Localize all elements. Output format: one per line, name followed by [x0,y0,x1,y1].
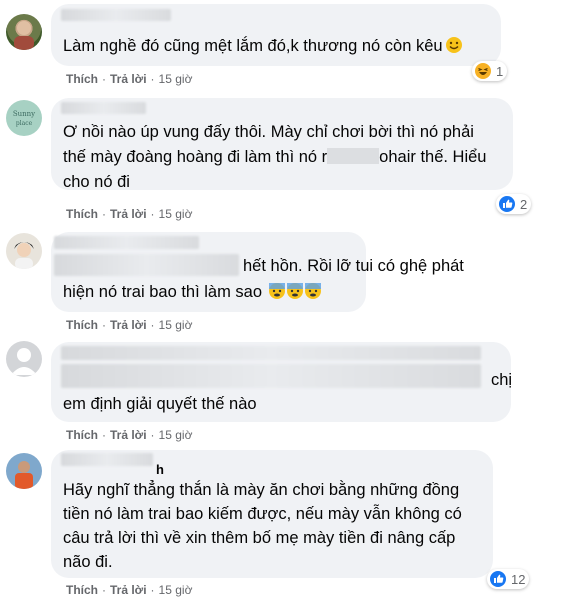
avatar-image-icon [14,21,34,50]
blurred-text [54,254,239,276]
avatar-image-icon: Sunny place [13,110,35,127]
reaction-summary[interactable]: 1 [472,61,508,81]
like-reaction-icon [498,195,516,213]
avatar-image-icon [14,242,34,269]
comment-actions: Thích · Trả lời · 15 giờ [66,318,193,332]
reply-link[interactable]: Trả lời [110,207,147,221]
reply-link[interactable]: Trả lời [110,72,147,86]
reaction-summary[interactable]: 2 [496,194,532,214]
avatar-image-icon [15,461,33,489]
blurred-word [327,148,380,164]
like-link[interactable]: Thích [66,428,98,442]
avatar[interactable] [6,14,42,50]
reply-link[interactable]: Trả lời [110,583,147,597]
like-link[interactable]: Thích [66,207,98,221]
haha-reaction-icon [474,62,492,80]
comment-text-line: câu trả lời thì về xin thêm bố mẹ mày ti… [63,529,456,547]
comment-text-line: chị [491,371,513,389]
timestamp[interactable]: 15 giờ [159,428,193,442]
blurred-username [61,346,481,360]
blurred-username [54,236,199,249]
avatar[interactable] [6,453,42,489]
comment-bubble: Ơ nồi nào úp vung đấy thôi. Mày chỉ chơi… [51,98,513,191]
timestamp[interactable]: 15 giờ [159,318,193,332]
timestamp[interactable]: 15 giờ [159,72,193,86]
comment-text-line: tiền nó làm trai bao kiếm được, nếu mày … [63,505,462,523]
reply-link[interactable]: Trả lời [110,428,147,442]
blurred-username [61,102,146,114]
comment-actions: Thích · Trả lời · 15 giờ [66,583,193,597]
comment-text-line: Hãy nghĩ thẳng thắn là mày ăn chơi bằng … [63,481,460,499]
svg-text:place: place [16,120,33,127]
avatar[interactable]: Sunny place [6,100,42,136]
comment-text-line: não đi. [63,553,113,571]
reaction-summary[interactable]: 12 [487,569,530,589]
comment-actions: Thích · Trả lời · 15 giờ [66,428,193,442]
avatar[interactable] [6,233,42,269]
comment-text: Làm nghề đó cũng mệt lắm đó,k thương nó … [63,34,493,62]
timestamp[interactable]: 15 giờ [159,207,193,221]
comment-bubble: Làm nghề đó cũng mệt lắm đó,k thương nó … [51,4,501,66]
blurred-username [61,453,153,466]
smile-emoji-icon [445,36,463,62]
comment-bubble: hết hồn. Rồi lỡ tui có ghệ phát hiện nó … [51,232,464,312]
comment-text-line: hiện nó trai bao thì làm sao [63,280,493,308]
comment-text-line: Ơ nồi nào úp vung đấy thôi. Mày chỉ chơi… [63,123,474,141]
avatar[interactable] [6,341,42,377]
comment-text-line: hết hồn. Rồi lỡ tui có ghệ phát [243,257,464,275]
blurred-username [61,9,171,21]
reaction-count: 12 [511,571,526,587]
comment-bubble: h Hãy nghĩ thẳng thắn là mày ăn chơi bằn… [51,450,493,578]
reaction-count: 2 [520,196,528,212]
comment-text-line: thế mày đoàng hoàng đi làm thì nó r ohair… [63,148,487,166]
comment-text-line: em định giải quyết thế nào [63,395,257,413]
like-link[interactable]: Thích [66,583,98,597]
like-link[interactable]: Thích [66,72,98,86]
reaction-count: 1 [496,63,504,79]
like-link[interactable]: Thích [66,318,98,332]
comment-text-line: cho nó đi [63,173,130,191]
like-reaction-icon [489,570,507,588]
comment-actions: Thích · Trả lời · 15 giờ [66,207,193,221]
commenter-name[interactable]: h [156,462,164,477]
timestamp[interactable]: 15 giờ [159,583,193,597]
reply-link[interactable]: Trả lời [110,318,147,332]
anxious-face-emoji-icon [268,282,322,308]
svg-text:Sunny: Sunny [13,110,35,118]
blurred-text [61,364,481,388]
default-avatar-icon [11,348,37,375]
comment-actions: Thích · Trả lời · 15 giờ [66,72,193,86]
comment-bubble: chị em định giải quyết thế nào [51,342,512,422]
